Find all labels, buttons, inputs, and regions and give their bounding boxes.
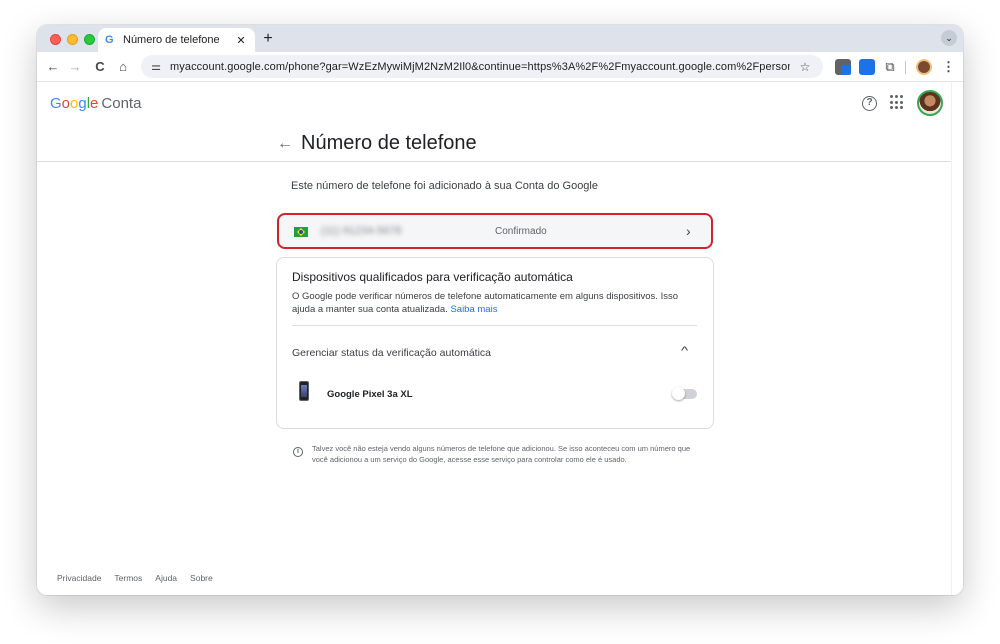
- logo-letter: G: [50, 95, 62, 112]
- page-content: Google Conta ? ← Número de telefone Este …: [37, 82, 963, 595]
- extension-badge-icon: [841, 65, 851, 75]
- phone-number-entry[interactable]: (11) 91234-5678 Confirmado ›: [277, 213, 713, 249]
- tab-close-icon[interactable]: ✕: [233, 34, 249, 47]
- reload-button[interactable]: C: [92, 59, 108, 75]
- chevron-right-icon: ›: [686, 223, 691, 239]
- tab-strip: G Número de telefone ✕ + ⌄: [37, 25, 963, 52]
- learn-more-link[interactable]: Saiba mais: [450, 304, 497, 315]
- phone-number-value: (11) 91234-5678: [321, 225, 402, 237]
- manage-verification-label[interactable]: Gerenciar status da verificação automáti…: [292, 347, 491, 359]
- footer-link-about[interactable]: Sobre: [190, 573, 213, 583]
- header-divider: [37, 161, 951, 162]
- forward-button[interactable]: →: [67, 59, 83, 75]
- card-description: O Google pode verificar números de telef…: [292, 290, 697, 316]
- browser-window: G Número de telefone ✕ + ⌄ ← → C ⌂ ⚌ mya…: [37, 25, 963, 595]
- extensions-puzzle-icon[interactable]: ⧉: [882, 59, 898, 75]
- site-settings-icon[interactable]: ⚌: [146, 60, 166, 73]
- page-title: Número de telefone: [301, 132, 477, 154]
- brand-suffix: Conta: [101, 95, 142, 112]
- browser-menu-icon[interactable]: ⋮: [942, 59, 955, 75]
- device-name: Google Pixel 3a XL: [327, 389, 413, 400]
- page-header: ← Número de telefone: [277, 132, 477, 155]
- brazil-flag-icon: [294, 227, 308, 237]
- card-title: Dispositivos qualificados para verificaç…: [292, 270, 573, 284]
- footer-link-terms[interactable]: Termos: [114, 573, 142, 583]
- logo-letter: e: [90, 95, 99, 112]
- phone-device-icon: [299, 381, 309, 401]
- google-account-logo[interactable]: Google Conta: [50, 95, 141, 112]
- chevron-up-icon[interactable]: ^: [681, 345, 688, 357]
- info-icon: i: [293, 447, 303, 457]
- google-favicon-icon: G: [105, 34, 114, 46]
- close-window-button[interactable]: [50, 34, 61, 45]
- card-divider: [292, 325, 697, 326]
- tab-search-icon[interactable]: ⌄: [941, 30, 957, 46]
- back-arrow-icon[interactable]: ←: [277, 135, 299, 153]
- logo-letter: g: [78, 95, 87, 112]
- apps-grid-icon[interactable]: [890, 95, 905, 110]
- footer-link-privacy[interactable]: Privacidade: [57, 573, 101, 583]
- new-tab-button[interactable]: +: [259, 30, 277, 48]
- auto-verification-card: Dispositivos qualificados para verificaç…: [276, 257, 714, 429]
- toolbar-separator: [905, 61, 906, 74]
- translate-extension-icon[interactable]: [859, 59, 875, 75]
- phone-status: Confirmado: [495, 226, 547, 237]
- account-avatar[interactable]: [917, 90, 943, 116]
- intro-text: Este número de telefone foi adicionado à…: [291, 180, 598, 192]
- page-scrollbar[interactable]: [951, 82, 963, 595]
- logo-letter: o: [61, 95, 71, 112]
- back-button[interactable]: ←: [45, 59, 61, 75]
- device-auto-verify-toggle[interactable]: [672, 387, 697, 400]
- address-bar[interactable]: ⚌ myaccount.google.com/phone?gar=WzEzMyw…: [141, 55, 823, 78]
- url-text[interactable]: myaccount.google.com/phone?gar=WzEzMywiM…: [170, 61, 790, 73]
- info-note-text: Talvez você não esteja vendo alguns núme…: [312, 444, 691, 464]
- tab-title: Número de telefone: [123, 34, 220, 46]
- footer-link-help[interactable]: Ajuda: [155, 573, 177, 583]
- minimize-window-button[interactable]: [67, 34, 78, 45]
- home-button[interactable]: ⌂: [115, 59, 131, 75]
- tab-active[interactable]: G Número de telefone ✕: [98, 28, 255, 52]
- footer-links: Privacidade Termos Ajuda Sobre: [57, 573, 213, 583]
- zoom-window-button[interactable]: [84, 34, 95, 45]
- browser-profile-avatar[interactable]: [916, 59, 932, 75]
- bookmark-star-icon[interactable]: ☆: [796, 60, 814, 74]
- help-icon[interactable]: ?: [862, 96, 877, 111]
- browser-toolbar: ← → C ⌂ ⚌ myaccount.google.com/phone?gar…: [37, 52, 963, 82]
